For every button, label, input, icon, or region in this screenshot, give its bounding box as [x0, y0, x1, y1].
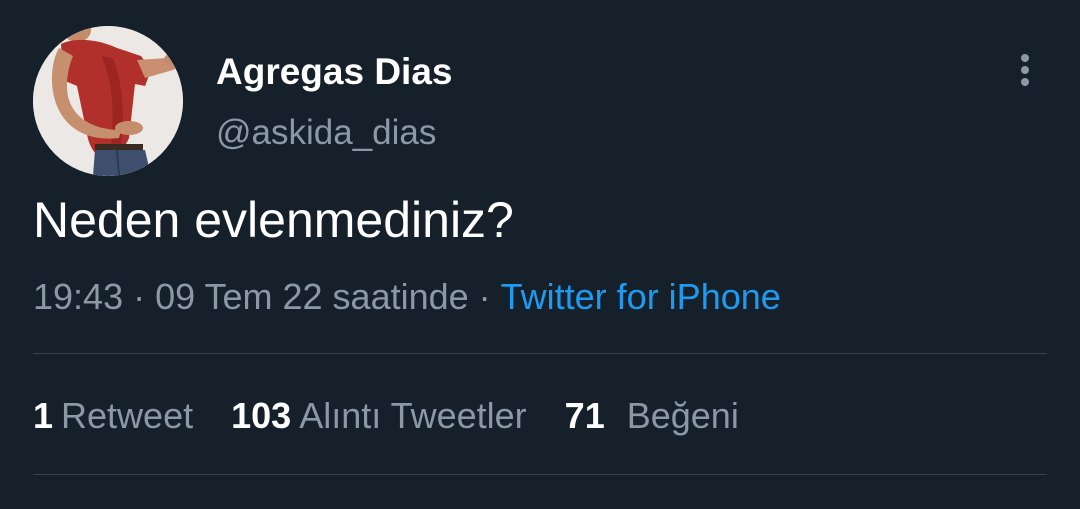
tweet-metadata: 19:43 · 09 Tem 22 saatinde · Twitter for iPh…: [33, 274, 781, 320]
divider: [33, 353, 1047, 354]
avatar-image: [33, 26, 183, 176]
retweets-stat[interactable]: 1 Retweet: [33, 393, 193, 439]
tweet-stats: 1 Retweet 103 Alıntı Tweetler 71 Beğeni: [33, 393, 767, 439]
more-vertical-icon: [1021, 54, 1029, 62]
retweets-label: Retweet: [61, 395, 194, 436]
quote-tweets-label: Alıntı Tweetler: [299, 395, 527, 436]
likes-count: 71: [564, 395, 605, 436]
author-display-name[interactable]: Agregas Dias: [216, 50, 453, 94]
tweet-time[interactable]: 19:43: [33, 276, 123, 317]
likes-stat[interactable]: 71 Beğeni: [565, 393, 739, 439]
more-vertical-icon-dot: [1021, 78, 1029, 86]
tweet-date[interactable]: 09 Tem 22 saatinde: [155, 276, 469, 317]
more-vertical-icon-dot: [1021, 66, 1029, 74]
tweet-text: Neden evlenmediniz?: [33, 192, 514, 248]
author-handle[interactable]: @askida_dias: [216, 111, 436, 155]
quote-tweets-count: 103: [231, 395, 292, 436]
meta-separator: ·: [478, 276, 491, 317]
quote-tweets-stat[interactable]: 103 Alıntı Tweetler: [231, 393, 527, 439]
avatar[interactable]: [33, 26, 183, 176]
tweet-detail: Agregas Dias @askida_dias Neden evlenmed…: [0, 0, 1080, 509]
divider: [33, 474, 1047, 475]
likes-label: Beğeni: [626, 395, 739, 436]
meta-separator: ·: [133, 276, 146, 317]
more-options-button[interactable]: [1008, 50, 1042, 90]
tweet-source-link[interactable]: Twitter for iPhone: [501, 276, 781, 317]
retweets-count: 1: [33, 395, 54, 436]
